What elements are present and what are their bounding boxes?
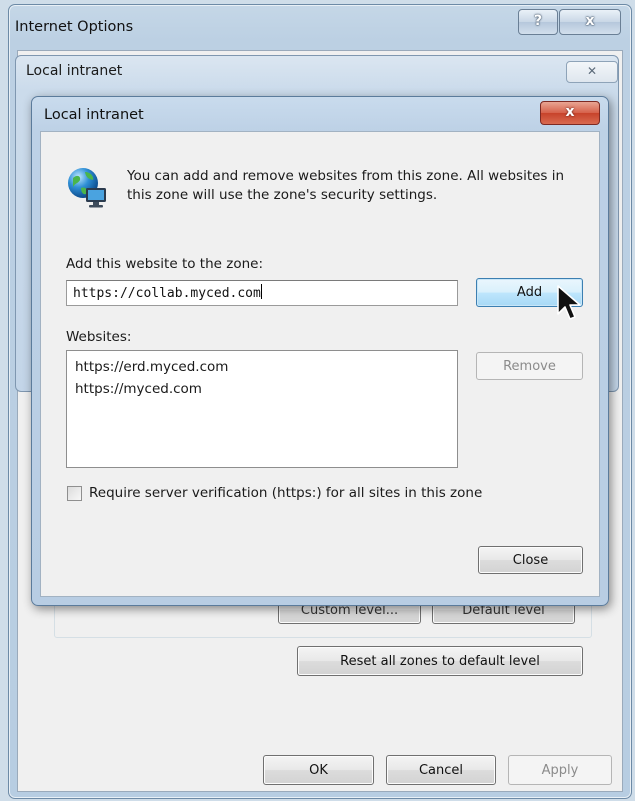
list-item[interactable]: https://erd.myced.com <box>75 356 449 378</box>
dialog-close-button[interactable]: x <box>540 101 600 125</box>
add-website-label: Add this website to the zone: <box>66 256 263 272</box>
remove-button[interactable]: Remove <box>476 352 583 380</box>
add-website-value: https://collab.myced.com <box>73 286 261 301</box>
reset-all-zones-button[interactable]: Reset all zones to default level <box>297 646 583 676</box>
dialog-close-button[interactable]: ✕ <box>566 61 618 83</box>
websites-listbox[interactable]: https://erd.myced.com https://myced.com <box>66 350 458 468</box>
globe-computer-icon <box>68 168 106 208</box>
help-button[interactable]: ? <box>518 9 558 35</box>
apply-button[interactable]: Apply <box>508 755 612 785</box>
window-title: Internet Options <box>15 19 134 35</box>
window-close-button[interactable]: x <box>559 9 621 35</box>
cancel-button[interactable]: Cancel <box>386 755 496 785</box>
dialog-title: Local intranet <box>26 63 123 79</box>
text-caret <box>260 284 262 299</box>
ok-button[interactable]: OK <box>263 755 374 785</box>
add-website-input[interactable]: https://collab.myced.com <box>66 280 458 306</box>
require-verification-checkbox[interactable] <box>67 486 82 501</box>
require-verification-label: Require server verification (https:) for… <box>89 485 483 501</box>
zone-info-text: You can add and remove websites from thi… <box>127 168 565 203</box>
websites-label: Websites: <box>66 329 132 345</box>
close-button[interactable]: Close <box>478 546 583 574</box>
mouse-pointer-icon <box>557 285 581 320</box>
dialog-title: Local intranet <box>44 107 144 123</box>
list-item[interactable]: https://myced.com <box>75 378 449 400</box>
